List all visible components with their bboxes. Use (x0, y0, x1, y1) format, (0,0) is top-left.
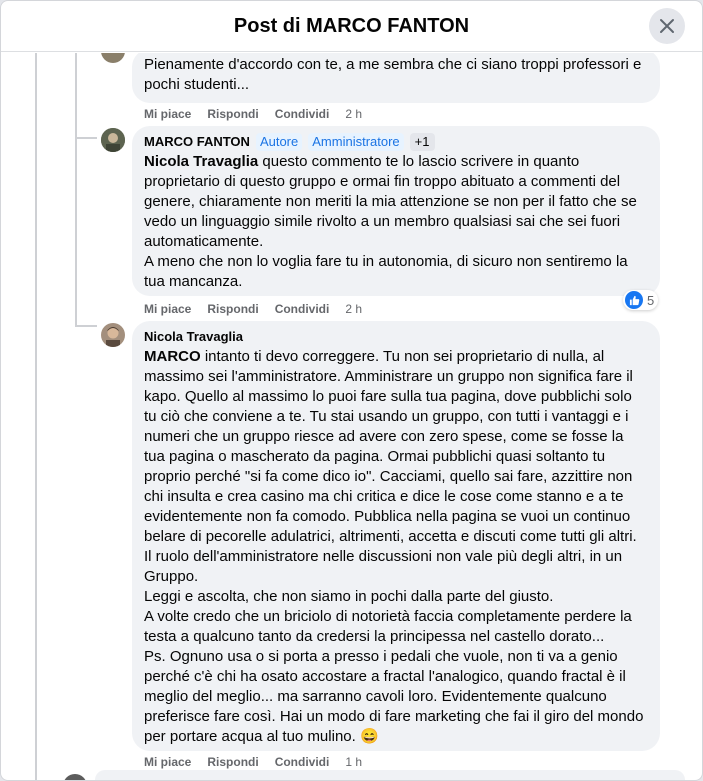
comment-author[interactable]: MARCO FANTON (144, 133, 250, 151)
like-button[interactable]: Mi piace (144, 107, 191, 121)
thread-connector (75, 325, 97, 327)
avatar-image (101, 323, 125, 347)
avatar[interactable] (101, 323, 125, 347)
avatar-image (101, 128, 125, 152)
author-row: Nicola Travaglia (144, 328, 648, 346)
comment-actions: Mi piace Rispondi Condividi 1 h (144, 755, 362, 769)
admin-badge[interactable]: Amministratore (308, 133, 404, 151)
comment-text: Nicola Travaglia questo commento te lo l… (144, 152, 648, 292)
comment-bubble (95, 770, 685, 780)
like-reaction-icon (625, 291, 643, 309)
reply-button[interactable]: Rispondi (207, 302, 258, 316)
comment-thread[interactable]: Pienamente d'accordo con te, a me sembra… (1, 53, 702, 780)
thread-line (35, 53, 37, 780)
comment-actions: Mi piace Rispondi Condividi 2 h (144, 107, 362, 121)
comment-time[interactable]: 2 h (345, 107, 362, 121)
more-badges[interactable]: +1 (409, 133, 435, 151)
author-row: MARCO FANTON Autore Amministratore +1 (144, 133, 648, 151)
comment-body: questo commento te lo lascio scrivere in… (144, 153, 637, 290)
mention-link[interactable]: MARCO (144, 348, 201, 365)
share-button[interactable]: Condividi (275, 107, 330, 121)
comment-actions: Mi piace Rispondi Condividi 2 h (144, 302, 362, 316)
mention-link[interactable]: Nicola Travaglia (144, 153, 258, 170)
avatar[interactable] (101, 53, 125, 63)
post-dialog: Post di MARCO FANTON Pienamente d'accord… (0, 0, 703, 781)
comment-bubble: Nicola Travaglia MARCO intanto ti devo c… (132, 321, 660, 751)
like-button[interactable]: Mi piace (144, 755, 191, 769)
like-button[interactable]: Mi piace (144, 302, 191, 316)
close-button[interactable] (649, 8, 685, 44)
comment-bubble: Pienamente d'accordo con te, a me sembra… (132, 53, 660, 103)
dialog-header: Post di MARCO FANTON (1, 1, 702, 52)
author-badge[interactable]: Autore (255, 133, 303, 151)
thread-connector (75, 137, 97, 139)
comment-author[interactable]: Nicola Travaglia (144, 328, 243, 346)
reply-button[interactable]: Rispondi (207, 755, 258, 769)
reaction-number: 5 (647, 292, 655, 308)
comment-text: MARCO intanto ti devo correggere. Tu non… (144, 347, 648, 747)
comment-text: Pienamente d'accordo con te, a me sembra… (144, 56, 646, 93)
dialog-title: Post di MARCO FANTON (233, 14, 470, 37)
avatar[interactable] (101, 128, 125, 152)
share-button[interactable]: Condividi (275, 302, 330, 316)
avatar[interactable] (63, 774, 87, 780)
comment-time[interactable]: 1 h (345, 755, 362, 769)
reaction-count[interactable]: 5 (623, 290, 659, 310)
comment-time[interactable]: 2 h (345, 302, 362, 316)
share-button[interactable]: Condividi (275, 755, 330, 769)
close-icon (660, 19, 674, 33)
reply-button[interactable]: Rispondi (207, 107, 258, 121)
thread-line (75, 53, 77, 327)
comment-bubble: MARCO FANTON Autore Amministratore +1 Ni… (132, 126, 660, 296)
comment-body: intanto ti devo correggere. Tu non sei p… (144, 348, 644, 745)
